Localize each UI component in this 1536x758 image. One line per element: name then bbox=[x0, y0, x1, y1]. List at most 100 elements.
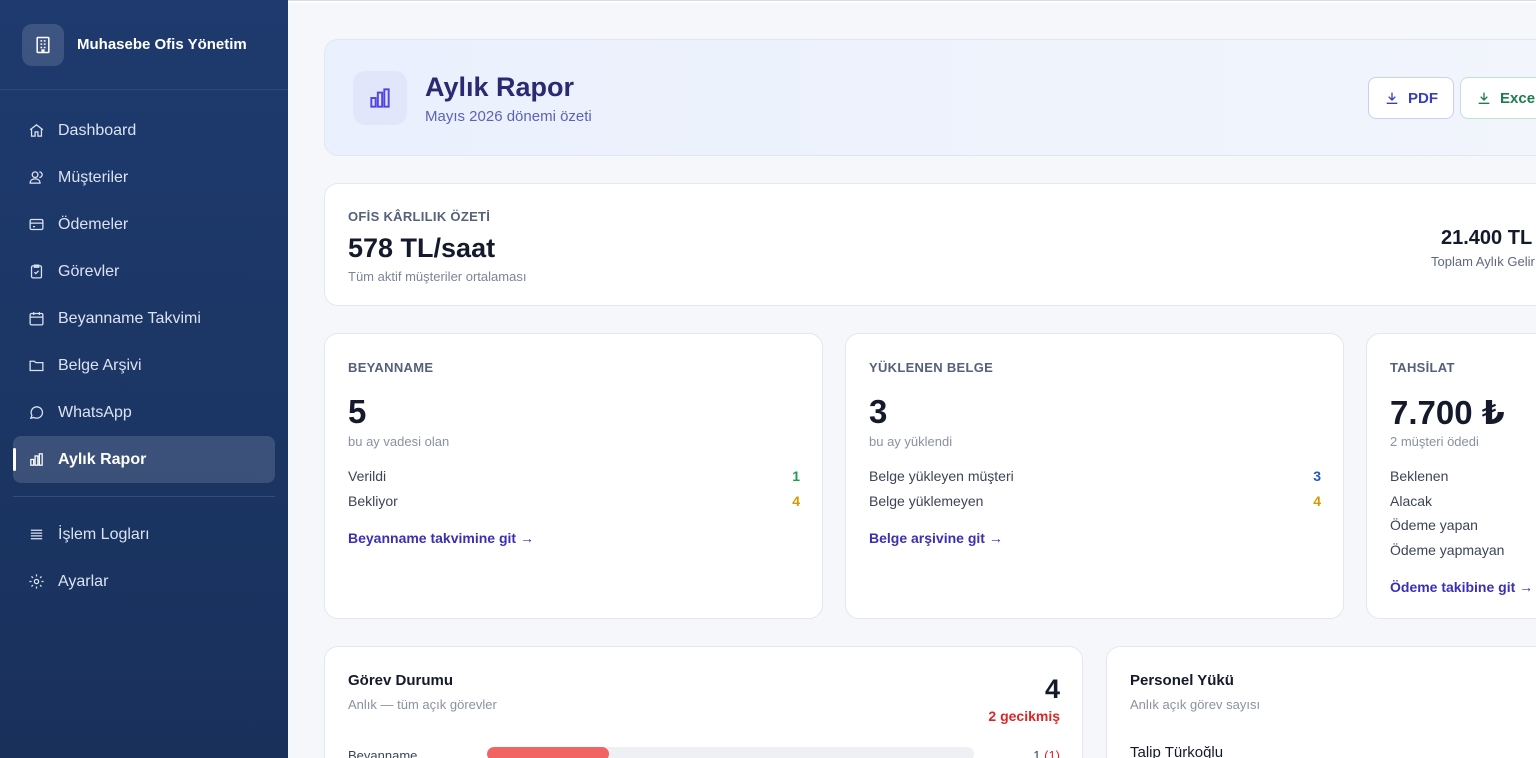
download-icon bbox=[1384, 90, 1400, 106]
stat-row-value: 4 bbox=[1313, 493, 1321, 509]
clipboard-check-icon bbox=[27, 263, 45, 281]
stat-row: Belge yükleyen müşteri 3 bbox=[869, 468, 1321, 488]
staff-name: Talip Türkoğlu bbox=[1130, 744, 1224, 758]
stat-row: Ödeme yapan bbox=[1390, 517, 1524, 537]
page-subtitle: Mayıs 2026 dönemi özeti bbox=[425, 108, 592, 125]
stat-row: Beklenen bbox=[1390, 468, 1524, 488]
staff-load-card: Personel Yükü Anlık açık görev sayısı Ta… bbox=[1106, 646, 1536, 758]
sidebar-item-odemeler[interactable]: Ödemeler bbox=[13, 201, 275, 248]
sidebar-item-label: Müşteriler bbox=[58, 168, 129, 186]
card-value: 3 bbox=[869, 393, 888, 430]
card-subtitle: Anlık — tüm açık görevler bbox=[348, 697, 497, 712]
bar-late-count: (1) bbox=[1044, 748, 1060, 758]
stat-row-label: Belge yüklemeyen bbox=[869, 493, 984, 509]
sidebar-item-islem-loglari[interactable]: İşlem Logları bbox=[13, 511, 275, 558]
tahsilat-card: TAHSİLAT 7.700 ₺ 2 müşteri ödedi Beklene… bbox=[1366, 333, 1536, 619]
sidebar-item-beyanname-takvimi[interactable]: Beyanname Takvimi bbox=[13, 295, 275, 342]
open-task-count: 4 bbox=[1044, 674, 1060, 704]
app-name: Muhasebe Ofis Yönetim bbox=[77, 36, 247, 53]
profit-note: Tüm aktif müşteriler ortalaması bbox=[348, 269, 527, 284]
revenue-label: Toplam Aylık Gelir bbox=[1431, 254, 1535, 269]
sidebar-item-musteriler[interactable]: Müşteriler bbox=[13, 154, 275, 201]
calendar-icon bbox=[27, 310, 45, 328]
stat-row-label: Ödeme yapmayan bbox=[1390, 542, 1505, 558]
sidebar-item-whatsapp[interactable]: WhatsApp bbox=[13, 389, 275, 436]
overdue-badge: 2 gecikmiş bbox=[988, 708, 1060, 724]
report-header: Aylık Rapor Mayıs 2026 dönemi özeti PDF … bbox=[324, 39, 1536, 156]
payment-tracking-link[interactable]: Ödeme takibine git → bbox=[1390, 579, 1533, 595]
sidebar-item-label: Aylık Rapor bbox=[58, 450, 147, 468]
card-eyebrow: YÜKLENEN BELGE bbox=[869, 360, 994, 375]
folder-icon bbox=[27, 357, 45, 375]
card-value: 7.700 ₺ bbox=[1390, 394, 1505, 431]
chat-bubble-icon bbox=[27, 404, 45, 422]
stat-row-label: Verildi bbox=[348, 468, 387, 484]
sidebar-item-label: Ayarlar bbox=[58, 572, 109, 590]
bar-label: Beyanname bbox=[348, 748, 418, 758]
card-value: 5 bbox=[348, 393, 367, 430]
sidebar-item-label: Ödemeler bbox=[58, 215, 129, 233]
sidebar-item-label: Beyanname Takvimi bbox=[58, 309, 201, 327]
stat-row-label: Bekliyor bbox=[348, 493, 398, 509]
task-status-card: Görev Durumu Anlık — tüm açık görevler 4… bbox=[324, 646, 1083, 758]
stat-row-value: 1 bbox=[792, 468, 800, 484]
card-note: bu ay vadesi olan bbox=[348, 434, 450, 449]
sidebar: Muhasebe Ofis Yönetim Dashboard Müşteril… bbox=[0, 0, 288, 758]
credit-card-icon bbox=[27, 216, 45, 234]
belge-card: YÜKLENEN BELGE 3 bu ay yüklendi Belge yü… bbox=[845, 333, 1344, 619]
card-subtitle: Anlık açık görev sayısı bbox=[1130, 697, 1261, 712]
card-note: 2 müşteri ödedi bbox=[1390, 434, 1479, 449]
stat-row: Bekliyor 4 bbox=[348, 493, 800, 513]
profit-summary-card: OFİS KÂRLILIK ÖZETİ 578 TL/saat Tüm akti… bbox=[324, 183, 1536, 306]
sidebar-item-label: Görevler bbox=[58, 262, 120, 280]
home-icon bbox=[27, 122, 45, 140]
sidebar-item-label: İşlem Logları bbox=[58, 525, 150, 543]
download-pdf-button[interactable]: PDF bbox=[1368, 77, 1454, 119]
download-excel-button[interactable]: Excel bbox=[1460, 77, 1536, 119]
card-note: bu ay yüklendi bbox=[869, 434, 953, 449]
stat-row-label: Alacak bbox=[1390, 493, 1433, 509]
stat-row-label: Ödeme yapan bbox=[1390, 517, 1478, 533]
beyanname-card: BEYANNAME 5 bu ay vadesi olan Verildi 1 … bbox=[324, 333, 823, 619]
card-eyebrow: BEYANNAME bbox=[348, 360, 434, 375]
profit-value: 578 TL/saat bbox=[348, 233, 496, 263]
download-icon bbox=[1476, 90, 1492, 106]
page-title: Aylık Rapor bbox=[425, 72, 575, 102]
users-icon bbox=[27, 169, 45, 187]
stat-row-label: Beklenen bbox=[1390, 468, 1449, 484]
document-archive-link[interactable]: Belge arşivine git → bbox=[869, 530, 1003, 546]
sidebar-nav: Dashboard Müşteriler Ödemeler Görevler B… bbox=[0, 90, 288, 605]
pdf-button-label: PDF bbox=[1408, 89, 1438, 107]
sidebar-item-label: Belge Arşivi bbox=[58, 356, 142, 374]
stat-row: Alacak bbox=[1390, 493, 1524, 513]
bar-count: 1 bbox=[1033, 748, 1041, 758]
list-icon bbox=[27, 526, 45, 544]
stat-row: Belge yüklemeyen 4 bbox=[869, 493, 1321, 513]
sidebar-item-gorevler[interactable]: Görevler bbox=[13, 248, 275, 295]
building-icon bbox=[22, 23, 64, 66]
top-bar bbox=[288, 0, 1536, 3]
sidebar-item-aylik-rapor[interactable]: Aylık Rapor bbox=[13, 436, 275, 483]
brand: Muhasebe Ofis Yönetim bbox=[0, 0, 288, 90]
stat-row: Ödeme yapmayan bbox=[1390, 542, 1524, 562]
sidebar-item-ayarlar[interactable]: Ayarlar bbox=[13, 558, 275, 605]
sidebar-item-dashboard[interactable]: Dashboard bbox=[13, 107, 275, 154]
sidebar-item-label: WhatsApp bbox=[58, 403, 132, 421]
sidebar-item-belge-arsivi[interactable]: Belge Arşivi bbox=[13, 342, 275, 389]
progress-bar-fill bbox=[487, 747, 609, 758]
progress-bar-track bbox=[487, 747, 974, 758]
revenue-value: 21.400 TL bbox=[1441, 227, 1533, 249]
bar-chart-icon bbox=[27, 451, 45, 469]
bar-value: 1 (1) bbox=[1033, 748, 1060, 758]
card-title: Görev Durumu bbox=[348, 672, 454, 689]
beyanname-calendar-link[interactable]: Beyanname takvimine git → bbox=[348, 530, 534, 546]
stat-row-value: 4 bbox=[792, 493, 800, 509]
profit-eyebrow: OFİS KÂRLILIK ÖZETİ bbox=[348, 209, 491, 224]
card-title: Personel Yükü bbox=[1130, 672, 1234, 689]
bar-chart-icon bbox=[353, 71, 407, 125]
excel-button-label: Excel bbox=[1500, 89, 1536, 107]
stat-row-value: 3 bbox=[1313, 468, 1321, 484]
sidebar-divider bbox=[13, 496, 275, 497]
card-eyebrow: TAHSİLAT bbox=[1390, 360, 1455, 375]
gear-icon bbox=[27, 573, 45, 591]
